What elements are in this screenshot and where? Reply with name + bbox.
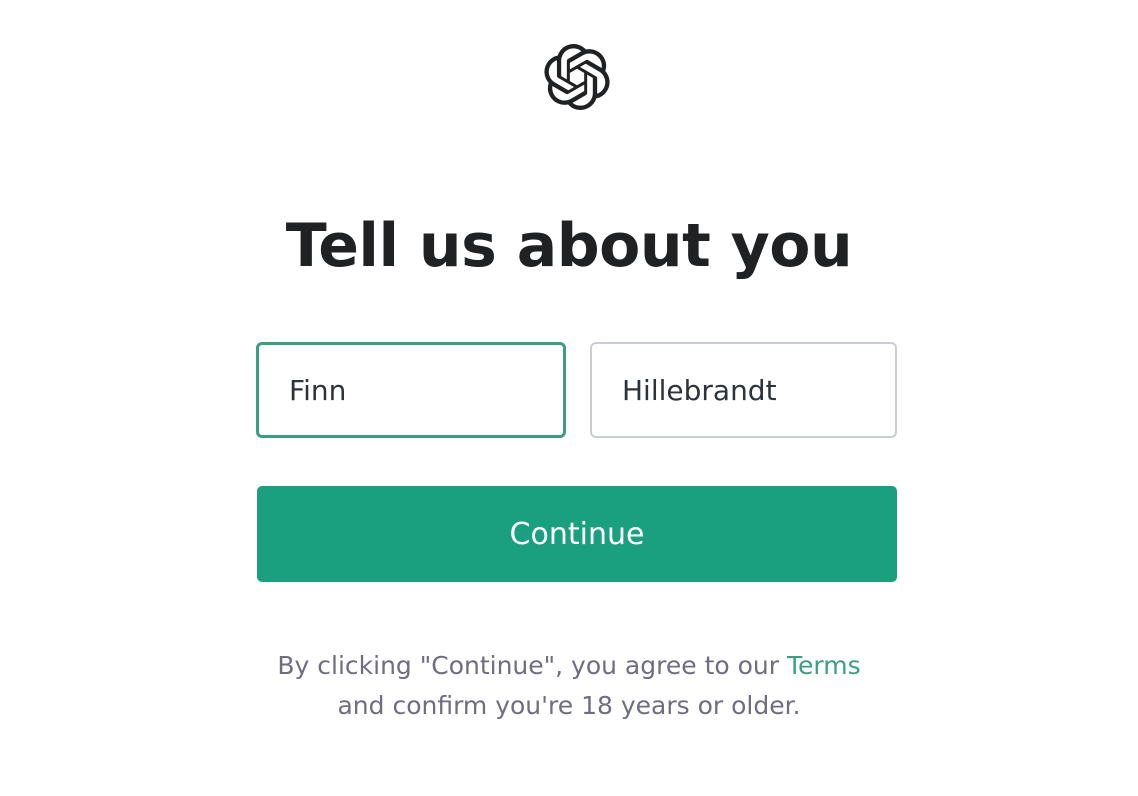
first-name-input[interactable] — [289, 373, 563, 407]
page-title: Tell us about you — [285, 211, 853, 281]
disclaimer-line-1: By clicking "Continue", you agree to our… — [0, 646, 1138, 686]
disclaimer-line-2: and confirm you're 18 years or older. — [337, 691, 801, 720]
openai-logo-icon — [544, 44, 610, 110]
terms-link[interactable]: Terms — [787, 651, 861, 680]
last-name-field[interactable] — [590, 342, 897, 438]
signup-page: Tell us about you Continue By clicking "… — [0, 0, 1138, 796]
continue-button[interactable]: Continue — [257, 486, 897, 582]
terms-disclaimer: By clicking "Continue", you agree to our… — [0, 646, 1138, 726]
last-name-input[interactable] — [622, 373, 895, 407]
disclaimer-text-before: By clicking "Continue", you agree to our — [277, 651, 787, 680]
first-name-field[interactable] — [256, 342, 566, 438]
